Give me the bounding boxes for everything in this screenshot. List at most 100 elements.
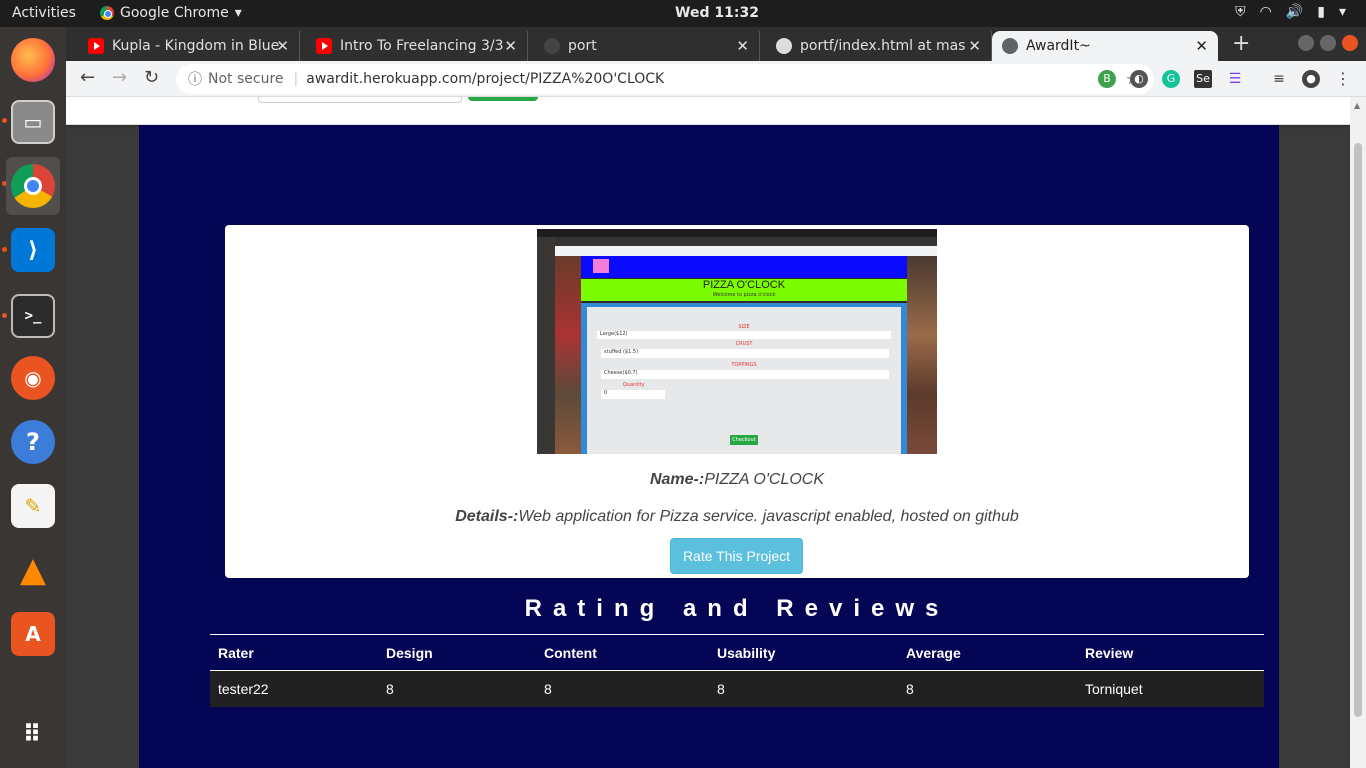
address-bar[interactable]: ⓘ Not secure | awardit.herokuapp.com/pro… bbox=[176, 64, 1154, 94]
screenshot-header bbox=[581, 256, 907, 278]
youtube-icon bbox=[88, 38, 104, 54]
ubuntu-icon: ◉ bbox=[11, 356, 55, 400]
back-arrow-icon[interactable]: ← bbox=[80, 67, 95, 88]
screenshot-checkout-button: Checkout bbox=[730, 435, 758, 445]
dark-mode-extension-icon[interactable]: ◐ bbox=[1130, 70, 1148, 88]
column-header-design: Design bbox=[386, 645, 433, 661]
site-search-input[interactable] bbox=[258, 97, 462, 103]
screenshot-quantity-label: Quantity bbox=[623, 382, 645, 388]
close-icon[interactable]: ✕ bbox=[736, 37, 749, 55]
chevron-down-icon[interactable]: ▾ bbox=[1339, 4, 1346, 20]
project-details-label: Details-: bbox=[455, 508, 519, 525]
close-window-icon[interactable] bbox=[1342, 35, 1358, 51]
tab-port[interactable]: port ✕ bbox=[534, 31, 760, 61]
scrollbar-thumb[interactable] bbox=[1354, 143, 1362, 717]
column-header-usability: Usability bbox=[717, 645, 776, 661]
dock-firefox[interactable] bbox=[6, 31, 60, 89]
cell-rater: tester22 bbox=[218, 681, 269, 697]
screenshot-pizza-right-image bbox=[907, 256, 937, 454]
site-search-button[interactable] bbox=[468, 97, 538, 101]
screenshot-toppings-select: Cheese($0.7) bbox=[601, 370, 889, 379]
forward-arrow-icon[interactable]: → bbox=[112, 67, 127, 88]
software-center-icon: A bbox=[11, 612, 55, 656]
dock-software-center[interactable]: A bbox=[6, 605, 60, 663]
extension-lines-icon[interactable]: ☰ bbox=[1226, 70, 1244, 88]
reviews-heading: Rating and Reviews bbox=[524, 595, 950, 622]
screenshot-form-frame: SIZE Large($12) CRUST stuffed ($1.5) TOP… bbox=[581, 303, 907, 454]
screenshot-addressbar bbox=[555, 246, 937, 256]
vscode-icon: ⟩ bbox=[11, 228, 55, 272]
project-name-value: PIZZA O'CLOCK bbox=[704, 471, 825, 488]
help-icon: ? bbox=[11, 420, 55, 464]
project-name-label: Name-: bbox=[649, 471, 705, 488]
clock[interactable]: Wed 11:32 bbox=[0, 5, 1366, 21]
media-control-icon[interactable]: ≡ bbox=[1270, 70, 1288, 88]
tab-strip: Kupla - Kingdom in Blue ✕ Intro To Freel… bbox=[66, 27, 1366, 61]
dock-show-applications[interactable]: ⠿ bbox=[6, 705, 60, 763]
tab-awardit[interactable]: AwardIt~ ✕ bbox=[992, 31, 1218, 61]
app-grid-icon: ⠿ bbox=[22, 720, 44, 748]
site-navbar bbox=[66, 97, 1350, 125]
youtube-icon bbox=[316, 38, 332, 54]
dock-vscode[interactable]: ⟩ bbox=[6, 221, 60, 279]
rate-project-button[interactable]: Rate This Project bbox=[670, 538, 803, 574]
shield-icon[interactable]: ⛨ bbox=[1235, 4, 1246, 20]
reload-icon[interactable]: ↻ bbox=[144, 67, 159, 88]
column-header-rater: Rater bbox=[218, 645, 254, 661]
browser-toolbar: ← → ↻ ⓘ Not secure | awardit.herokuapp.c… bbox=[66, 61, 1366, 97]
minimize-icon[interactable] bbox=[1298, 35, 1314, 51]
divider: | bbox=[293, 71, 299, 87]
dock-terminal[interactable]: >_ bbox=[6, 287, 60, 345]
tab-kupla[interactable]: Kupla - Kingdom in Blue ✕ bbox=[78, 31, 300, 61]
chrome-icon bbox=[11, 164, 55, 208]
screenshot-crust-label: CRUST bbox=[735, 341, 753, 347]
grammarly-icon[interactable]: G bbox=[1162, 70, 1180, 88]
dock-files[interactable]: ▭ bbox=[6, 93, 60, 151]
avatar[interactable]: ● bbox=[1302, 70, 1320, 88]
dock-vlc[interactable]: ▲ bbox=[6, 541, 60, 599]
screenshot-tabstrip bbox=[537, 237, 937, 246]
dock-ubuntu[interactable]: ◉ bbox=[6, 349, 60, 407]
files-icon: ▭ bbox=[11, 100, 55, 144]
screenshot-quantity-input: 0 bbox=[601, 390, 665, 399]
page-viewport: PIZZA O'CLOCK Welcome to pizza o'clock S… bbox=[66, 97, 1350, 768]
dock-chrome[interactable] bbox=[6, 157, 60, 215]
dock-help[interactable]: ? bbox=[6, 413, 60, 471]
page-scrollbar[interactable]: ▲ bbox=[1350, 97, 1366, 768]
extension-b-icon[interactable]: B bbox=[1098, 70, 1116, 88]
screenshot-title: PIZZA O'CLOCK bbox=[702, 279, 786, 291]
table-row: tester22 8 8 8 8 Torniquet bbox=[210, 671, 1264, 707]
system-tray[interactable]: ⛨ ◠ 🔊 ▮ ▾ bbox=[1235, 4, 1346, 20]
volume-icon[interactable]: 🔊 bbox=[1286, 4, 1303, 20]
close-icon[interactable]: ✕ bbox=[968, 37, 981, 55]
tab-github[interactable]: portf/index.html at mas ✕ bbox=[766, 31, 992, 61]
cell-review: Torniquet bbox=[1085, 681, 1143, 697]
globe-icon bbox=[1002, 38, 1018, 54]
screenshot-title-bar: PIZZA O'CLOCK Welcome to pizza o'clock bbox=[581, 279, 907, 301]
terminal-icon: >_ bbox=[11, 294, 55, 338]
window-controls bbox=[1298, 35, 1358, 51]
tab-freelancing[interactable]: Intro To Freelancing 3/3 ✕ bbox=[306, 31, 528, 61]
tab-title: Intro To Freelancing 3/3 bbox=[340, 38, 504, 54]
info-icon[interactable]: ⓘ bbox=[188, 69, 202, 89]
wifi-icon[interactable]: ◠ bbox=[1260, 4, 1272, 20]
project-screenshot[interactable]: PIZZA O'CLOCK Welcome to pizza o'clock S… bbox=[537, 229, 937, 454]
column-header-content: Content bbox=[544, 645, 597, 661]
url-text[interactable]: awardit.herokuapp.com/project/PIZZA%20O'… bbox=[306, 71, 664, 87]
close-icon[interactable]: ✕ bbox=[504, 37, 517, 55]
project-details-value: Web application for Pizza service. javas… bbox=[518, 508, 1019, 525]
new-tab-button[interactable]: + bbox=[1232, 31, 1250, 56]
column-header-review: Review bbox=[1085, 645, 1134, 661]
battery-icon[interactable]: ▮ bbox=[1317, 4, 1325, 20]
scroll-up-icon[interactable]: ▲ bbox=[1354, 101, 1360, 110]
close-icon[interactable]: ✕ bbox=[1195, 37, 1208, 55]
selenium-extension-icon[interactable]: Se bbox=[1194, 70, 1212, 88]
menu-icon[interactable]: ⋮ bbox=[1334, 70, 1352, 88]
close-icon[interactable]: ✕ bbox=[276, 37, 289, 55]
dock-text-editor[interactable]: ✎ bbox=[6, 477, 60, 535]
project-card: PIZZA O'CLOCK Welcome to pizza o'clock S… bbox=[225, 225, 1249, 578]
tab-title: AwardIt~ bbox=[1026, 38, 1091, 54]
tab-title: port bbox=[568, 38, 597, 54]
screenshot-crust-select: stuffed ($1.5) bbox=[601, 349, 889, 358]
maximize-icon[interactable] bbox=[1320, 35, 1336, 51]
